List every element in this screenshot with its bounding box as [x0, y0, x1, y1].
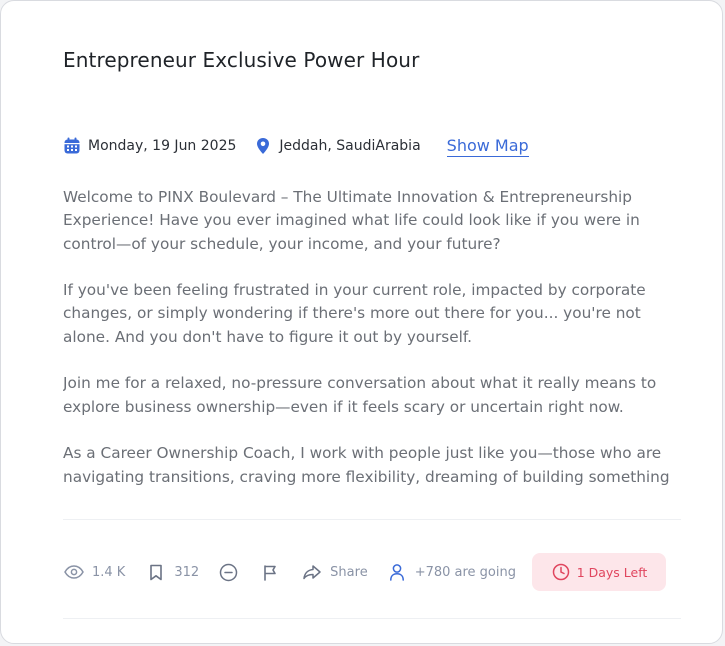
bookmark-button[interactable]: 312	[143, 559, 199, 585]
description-paragraph: As a Career Ownership Coach, I work with…	[63, 444, 670, 486]
share-button[interactable]: Share	[299, 559, 368, 585]
going-label: +780 are going	[414, 564, 516, 580]
flag-icon	[257, 559, 283, 585]
going-count[interactable]: +780 are going	[384, 559, 516, 585]
event-meta: Monday, 19 Jun 2025 Jeddah, SaudiArabia …	[63, 133, 529, 159]
location-pin-icon	[254, 137, 272, 155]
event-date: Monday, 19 Jun 2025	[63, 137, 236, 155]
event-location: Jeddah, SaudiArabia	[254, 137, 421, 155]
share-icon	[299, 559, 325, 585]
action-bar: 1.4 K 312 Share +780 are going 1 Days Le…	[61, 552, 666, 592]
event-location-text: Jeddah, SaudiArabia	[279, 138, 421, 154]
days-left-badge[interactable]: 1 Days Left	[532, 553, 666, 591]
bookmark-count: 312	[174, 564, 200, 580]
show-map-link[interactable]: Show Map	[446, 136, 529, 157]
event-card: Entrepreneur Exclusive Power Hour Monday…	[0, 0, 723, 644]
description-paragraph: Welcome to PINX Boulevard – The Ultimate…	[63, 188, 640, 253]
event-title: Entrepreneur Exclusive Power Hour	[63, 48, 420, 72]
eye-icon	[61, 559, 87, 585]
clock-icon	[551, 562, 571, 582]
hide-button[interactable]	[215, 559, 241, 585]
minus-circle-icon	[215, 559, 241, 585]
share-label: Share	[330, 564, 368, 580]
bookmark-icon	[143, 559, 169, 585]
divider-bottom	[63, 618, 681, 619]
divider-top	[63, 519, 681, 520]
calendar-icon	[63, 137, 81, 155]
views-label: 1.4 K	[92, 564, 126, 580]
description-paragraph: If you've been feeling frustrated in you…	[63, 281, 646, 346]
user-icon	[384, 559, 410, 585]
report-button[interactable]	[257, 559, 283, 585]
description-paragraph: Join me for a relaxed, no-pressure conve…	[63, 374, 657, 416]
views-count[interactable]: 1.4 K	[61, 559, 125, 585]
event-date-text: Monday, 19 Jun 2025	[88, 138, 237, 154]
event-description: Welcome to PINX Boulevard – The Ultimate…	[63, 186, 673, 488]
days-left-label: 1 Days Left	[576, 564, 648, 580]
